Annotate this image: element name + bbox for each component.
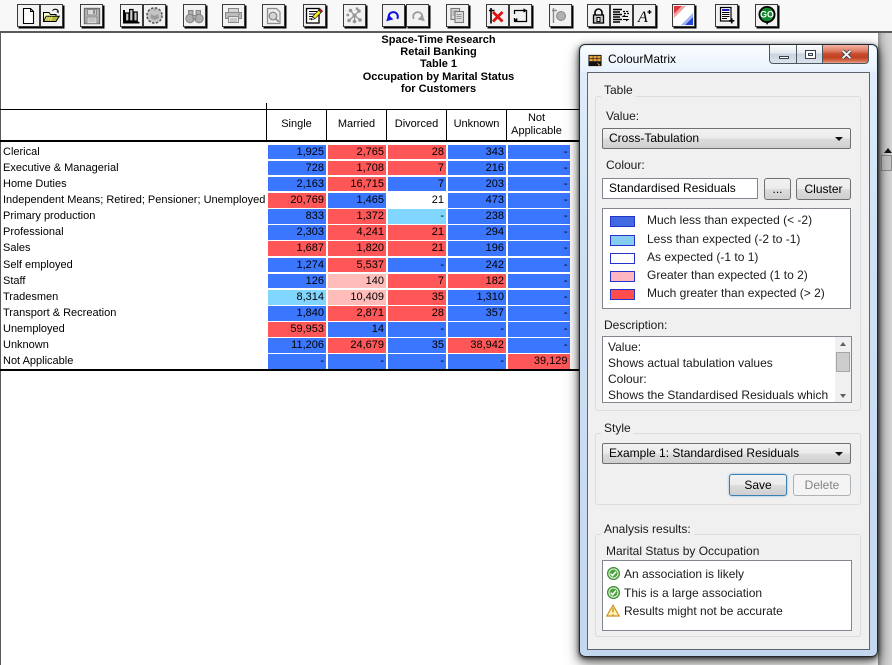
svg-text:GO: GO: [760, 10, 774, 20]
svg-text:A: A: [637, 9, 648, 25]
